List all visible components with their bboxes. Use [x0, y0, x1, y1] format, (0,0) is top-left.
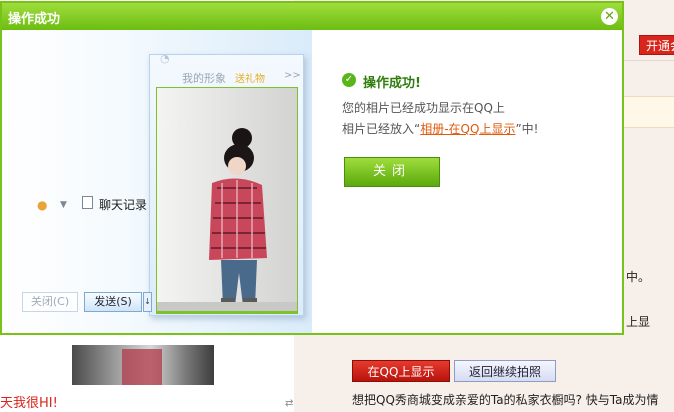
close-icon[interactable]: ✕	[601, 8, 618, 25]
album-link[interactable]: 相册-在QQ上显示	[420, 122, 515, 136]
photo-image	[157, 88, 297, 311]
right-text-line-2: 上显	[626, 315, 651, 329]
photo-frame-bottom	[156, 312, 298, 314]
chat-close-button[interactable]: 关闭(C)	[22, 292, 78, 312]
promo-text: 想把QQ秀商城变成亲爱的Ta的私家衣橱吗? 快与Ta成为情	[352, 393, 659, 407]
success-message-line-1: 您的相片已经成功显示在QQ上	[342, 101, 505, 115]
right-text-line-1: 中。	[626, 270, 651, 284]
my-image-label: 我的形象	[182, 72, 226, 85]
success-check-icon: ✓	[342, 73, 356, 87]
open-membership-button[interactable]: 开通会	[639, 35, 674, 55]
document-icon	[82, 196, 93, 209]
success-heading: 操作成功!	[363, 76, 421, 91]
qq-penguin-icon: ◔	[160, 52, 170, 65]
photo-thumbnail[interactable]	[72, 345, 214, 385]
dialog-titlebar: 操作成功 ✕	[2, 3, 622, 30]
swap-icon: ⇄	[285, 398, 294, 409]
chevron-down-icon[interactable]: ▼	[60, 200, 67, 210]
gift-tag: 送礼物	[235, 74, 265, 85]
notice-strip	[624, 96, 674, 128]
success-message-line-2: 相片已经放入“相册-在QQ上显示”中!	[342, 120, 538, 137]
user-message: 天我很HI!	[0, 396, 58, 411]
chat-record-button[interactable]: 聊天记录	[99, 196, 147, 213]
show-on-qq-button[interactable]: 在QQ上显示	[352, 360, 450, 382]
uploaded-photo	[156, 87, 298, 312]
expand-arrows: >>	[284, 70, 301, 81]
close-dialog-button[interactable]: 关闭	[344, 157, 440, 187]
dialog-title: 操作成功	[8, 12, 61, 27]
success-dialog: 操作成功 ✕ ◔ 我的形象 送礼物 >> ● ▼ 聊天记录 关闭(C) 发送(S…	[0, 1, 624, 335]
back-continue-button[interactable]: 返回继续拍照	[454, 360, 556, 382]
send-options-icon[interactable]: ↓	[143, 292, 152, 312]
emoji-icon[interactable]: ●	[37, 198, 47, 212]
line2-prefix: 相片已经放入“	[342, 122, 421, 136]
line2-suffix: ”中!	[515, 122, 539, 136]
dialog-body: ◔ 我的形象 送礼物 >> ● ▼ 聊天记录 关闭(C) 发送(S) ↓ ✓ 操…	[2, 30, 622, 333]
send-button[interactable]: 发送(S)	[84, 292, 142, 312]
